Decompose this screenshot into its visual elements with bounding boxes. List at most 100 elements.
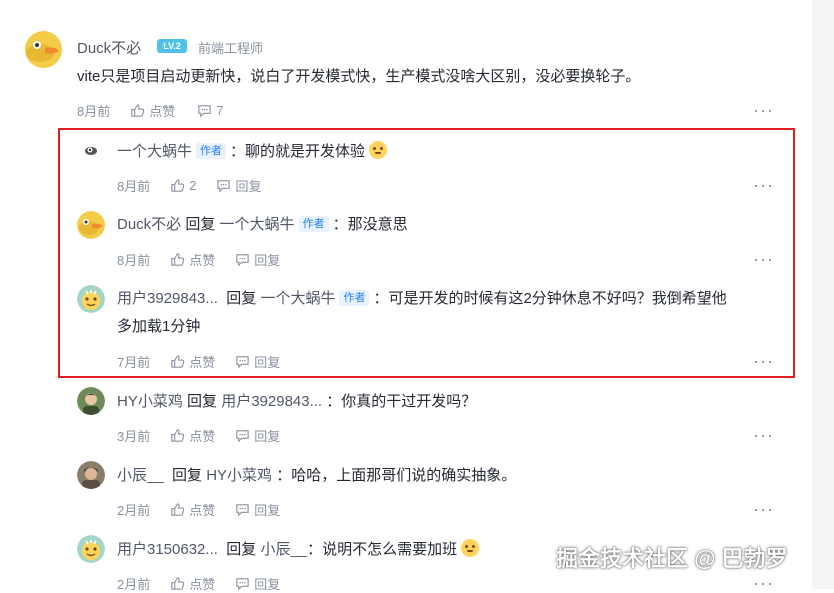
reply-line: 小辰__ 回复 HY小菜鸡 ：哈哈，上面那哥们说的确实抽象。 (117, 462, 516, 490)
reply-word: 回复 (185, 216, 216, 233)
reply-meta: 2月前 点赞 回复 (117, 500, 280, 519)
reply-button[interactable]: 回复 (235, 500, 280, 519)
reply-content: ：聊的就是开发体验 (230, 143, 366, 160)
like-button[interactable]: 点赞 (170, 250, 215, 269)
like-button[interactable]: 点赞 (170, 574, 215, 593)
comment-meta: 8月前 点赞 7 (77, 101, 223, 120)
author-tag: 作者 (339, 290, 370, 306)
avatar[interactable] (84, 143, 98, 155)
reply-content: ：哈哈，上面那哥们说的确实抽象。 (276, 467, 517, 484)
reply-time: 3月前 (117, 429, 151, 444)
reply-content: ：那没意思 (332, 216, 408, 233)
reply-target[interactable]: 一个大蜗牛 (260, 290, 335, 307)
reply-target[interactable]: 小辰__ (260, 541, 307, 558)
reply-content: ：说明不怎么需要加班 (307, 541, 458, 558)
like-label: 点赞 (189, 577, 216, 592)
avatar[interactable] (77, 387, 105, 415)
reply-line: 用户3929843... 回复 一个大蜗牛 作者 ：可是开发的时候有这2分钟休息不好… (117, 285, 727, 313)
like-button[interactable]: 2 (170, 178, 196, 193)
like-button[interactable]: 点赞 (170, 352, 215, 371)
like-button[interactable]: 点赞 (170, 426, 215, 445)
more-options-icon[interactable]: ··· (753, 176, 774, 194)
reply-content: ：你真的干过开发吗？ (326, 393, 477, 410)
like-label: 点赞 (189, 503, 216, 518)
author-tag: 作者 (196, 143, 227, 159)
more-options-icon[interactable]: ··· (753, 101, 774, 119)
reply-content-line2: 多加载1分钟 (117, 318, 201, 335)
thinking-emoji-icon (369, 141, 388, 159)
thumb-up-icon (131, 104, 145, 117)
user-title: 前端工程师 (198, 41, 264, 56)
reply-time: 2月前 (117, 577, 151, 592)
reply-target[interactable]: 用户3929843... (221, 393, 322, 410)
reply-label: 回复 (254, 503, 281, 518)
reply-count: 7 (216, 103, 224, 118)
reply-line: HY小菜鸡 回复 用户3929843... ：你真的干过开发吗？ (117, 388, 476, 416)
reply-time: 8月前 (117, 253, 151, 268)
like-button[interactable]: 点赞 (130, 101, 175, 120)
more-options-icon[interactable]: ··· (753, 574, 774, 592)
reply-label: 回复 (254, 577, 281, 592)
avatar[interactable] (77, 211, 105, 239)
reply-button[interactable]: 回复 (235, 574, 280, 593)
reply-button[interactable]: 回复 (216, 176, 261, 195)
user-name[interactable]: 用户3150632... (117, 541, 218, 558)
smile-emoji-icon (461, 539, 480, 557)
reply-meta: 3月前 点赞 回复 (117, 426, 280, 445)
more-options-icon[interactable]: ··· (753, 352, 774, 370)
comment-icon (217, 180, 231, 193)
reply-word: 回复 (172, 467, 203, 484)
more-options-icon[interactable]: ··· (753, 250, 774, 268)
thumb-up-icon (171, 253, 185, 266)
comment-icon (198, 105, 211, 118)
thumb-up-icon (171, 179, 185, 192)
reply-target[interactable]: 一个大蜗牛 (220, 216, 295, 233)
reply-line: 用户3150632... 回复 小辰__：说明不怎么需要加班 (117, 536, 480, 564)
avatar[interactable] (25, 31, 62, 68)
scrollbar[interactable] (812, 0, 834, 589)
reply-button[interactable]: 回复 (235, 426, 280, 445)
comment-content: vite只是项目启动更新快，说白了开发模式快，生产模式没啥大区别，没必要换轮子。 (77, 68, 641, 85)
more-options-icon[interactable]: ··· (753, 426, 774, 444)
reply-line: 一个大蜗牛 作者 ：聊的就是开发体验 (117, 138, 388, 166)
reply-label: 回复 (254, 429, 281, 444)
like-label: 点赞 (189, 253, 216, 268)
reply-label: 回复 (254, 253, 281, 268)
like-button[interactable]: 点赞 (170, 500, 215, 519)
user-name[interactable]: 用户3929843... (117, 290, 218, 307)
reply-word: 回复 (187, 393, 218, 410)
author-tag: 作者 (298, 216, 329, 232)
user-name[interactable]: Duck不必 (77, 37, 141, 58)
level-badge: LV.2 (157, 39, 187, 53)
avatar[interactable] (77, 285, 105, 313)
comment-icon (236, 356, 249, 369)
reply-meta: 7月前 点赞 回复 (117, 352, 280, 371)
avatar[interactable] (77, 535, 105, 563)
reply-label: 回复 (235, 179, 262, 194)
comment-icon (236, 254, 249, 267)
user-name[interactable]: 小辰__ (117, 467, 164, 484)
reply-time: 8月前 (117, 179, 151, 194)
user-name[interactable]: 一个大蜗牛 (117, 143, 192, 160)
comment-time: 8月前 (77, 104, 111, 119)
reply-count-button[interactable]: 7 (197, 103, 223, 118)
reply-time: 2月前 (117, 503, 151, 518)
reply-target[interactable]: HY小菜鸡 (206, 467, 272, 484)
user-name[interactable]: Duck不必 (117, 216, 181, 233)
user-name[interactable]: HY小菜鸡 (117, 393, 183, 410)
thumb-up-icon (171, 503, 185, 516)
like-count: 2 (189, 178, 197, 193)
reply-word: 回复 (226, 290, 257, 307)
reply-label: 回复 (254, 355, 281, 370)
reply-button[interactable]: 回复 (235, 352, 280, 371)
reply-button[interactable]: 回复 (235, 250, 280, 269)
reply-line: Duck不必 回复 一个大蜗牛 作者 ：那没意思 (117, 211, 408, 239)
reply-meta: 8月前 2 回复 (117, 176, 261, 195)
more-options-icon[interactable]: ··· (753, 500, 774, 518)
reply-meta: 8月前 点赞 回复 (117, 250, 280, 269)
reply-content: ：可是开发的时候有这2分钟休息不好吗？我倒希望他 (373, 290, 727, 307)
avatar[interactable] (77, 461, 105, 489)
comment-icon (236, 430, 249, 443)
like-label: 点赞 (189, 429, 216, 444)
thumb-up-icon (171, 429, 185, 442)
